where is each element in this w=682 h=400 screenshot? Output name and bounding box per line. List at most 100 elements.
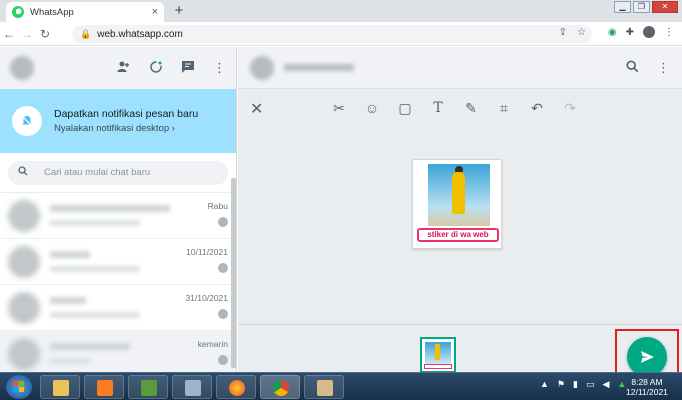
- taskbar-firefox[interactable]: [216, 375, 256, 399]
- profile-avatar[interactable]: [643, 26, 655, 38]
- media-thumbnail[interactable]: [420, 337, 456, 373]
- sidebar-menu-icon[interactable]: ⋮: [213, 60, 226, 77]
- taskbar-explorer[interactable]: [40, 375, 80, 399]
- text-icon[interactable]: T: [429, 100, 447, 117]
- sidebar-header: ⋮: [0, 47, 236, 89]
- pen-icon[interactable]: ✎: [462, 100, 480, 117]
- list-item[interactable]: 10/11/2021: [0, 239, 236, 285]
- list-item[interactable]: 31/10/2021: [0, 285, 236, 331]
- thumb-figure: [435, 344, 440, 360]
- reload-icon[interactable]: ↻: [36, 27, 54, 41]
- firefox-icon: [229, 380, 245, 396]
- conversation-menu-icon[interactable]: ⋮: [657, 60, 670, 76]
- system-tray: ▲ ⚑ ▮ ▭ ◀ ▲: [540, 379, 626, 390]
- taskbar-app3[interactable]: [128, 375, 168, 399]
- contact-name-blurred: [50, 343, 130, 350]
- whatsapp-logo-icon: [12, 6, 24, 18]
- pin-icon: [218, 309, 228, 319]
- send-icon: [641, 351, 654, 363]
- bookmark-star-icon[interactable]: ☆: [577, 27, 586, 38]
- chat-date: 10/11/2021: [186, 247, 228, 257]
- contact-avatar: [8, 337, 40, 370]
- url-field[interactable]: 🔒 web.whatsapp.com ⇪ ☆: [72, 25, 592, 43]
- minimize-button[interactable]: ▁: [614, 1, 631, 13]
- network-signal-icon[interactable]: ▮: [573, 379, 578, 390]
- calculator-icon: [185, 380, 201, 396]
- search-bar: Cari atau mulai chat baru: [0, 153, 236, 193]
- list-item[interactable]: Rabu: [0, 193, 236, 239]
- chat-date: 31/10/2021: [185, 293, 228, 303]
- enable-notification-link[interactable]: Nyalakan notifikasi desktop ›: [54, 123, 198, 134]
- close-icon[interactable]: ✕: [250, 99, 263, 119]
- pin-icon: [218, 217, 228, 227]
- send-button[interactable]: [627, 337, 667, 377]
- community-icon[interactable]: [117, 60, 131, 77]
- extensions-puzzle-icon[interactable]: ✚: [626, 27, 634, 38]
- sticker-caption: stiker di wa web: [417, 228, 499, 242]
- forward-icon[interactable]: →: [18, 27, 36, 41]
- notification-title: Dapatkan notifikasi pesan baru: [54, 108, 199, 120]
- contact-avatar: [8, 245, 40, 278]
- thumb-caption: [424, 364, 452, 369]
- notification-banner[interactable]: Dapatkan notifikasi pesan baru Nyalakan …: [0, 89, 236, 153]
- xampp-icon: [97, 380, 113, 396]
- crop-icon[interactable]: ⌗: [495, 100, 513, 117]
- start-button[interactable]: [6, 375, 32, 399]
- search-placeholder: Cari atau mulai chat baru: [44, 167, 151, 178]
- restore-button[interactable]: ❐: [633, 1, 650, 13]
- clock-date: 12/11/2021: [626, 387, 668, 397]
- message-preview-blurred: [50, 312, 140, 318]
- taskbar-xampp[interactable]: [84, 375, 124, 399]
- search-icon[interactable]: [626, 59, 639, 76]
- contact-avatar[interactable]: [250, 55, 274, 80]
- search-input[interactable]: Cari atau mulai chat baru: [8, 160, 228, 185]
- windows-logo-icon: [13, 381, 25, 393]
- conversation-header: ⋮: [238, 47, 682, 89]
- search-icon: [18, 166, 28, 179]
- paint-icon: [317, 380, 333, 396]
- taskbar-clock[interactable]: 8:28 AM 12/11/2021: [626, 377, 668, 397]
- battery-icon[interactable]: ▭: [586, 379, 595, 390]
- scissors-icon[interactable]: ✂: [330, 100, 348, 117]
- clock-time: 8:28 AM: [631, 377, 663, 387]
- flag-icon[interactable]: ⚑: [557, 379, 565, 390]
- back-icon[interactable]: ←: [0, 27, 18, 41]
- browser-menu-icon[interactable]: ⋮: [664, 27, 674, 38]
- sticker-preview[interactable]: stiker di wa web: [412, 159, 502, 249]
- windows-taskbar: ▲ ⚑ ▮ ▭ ◀ ▲ 8:28 AM 12/11/2021: [0, 372, 682, 400]
- redo-icon: ↷: [564, 100, 576, 116]
- taskbar-calculator[interactable]: [172, 375, 212, 399]
- chat-date: Rabu: [207, 201, 228, 211]
- address-bar: ← → ↻ 🔒 web.whatsapp.com ⇪ ☆ ◉ ✚ ⋮: [0, 22, 682, 46]
- sidebar-scrollbar[interactable]: [231, 178, 236, 368]
- window-close-button[interactable]: ✕: [652, 1, 678, 13]
- taskbar-chrome[interactable]: [260, 375, 300, 399]
- media-editor-pane: ⋮ ✕ ✂ ☺ ▢ T ✎ ⌗ ↶ ↷ stiker di wa web: [238, 47, 682, 373]
- my-avatar[interactable]: [10, 56, 34, 80]
- app-tray-icon[interactable]: ▲: [617, 379, 626, 390]
- muted-bell-icon: [12, 106, 42, 136]
- browser-tabbar: WhatsApp × + ▁ ❐ ✕: [0, 0, 682, 22]
- show-hidden-icon[interactable]: ▲: [540, 379, 549, 390]
- tab-whatsapp[interactable]: WhatsApp ×: [6, 2, 164, 22]
- contact-name-blurred: [50, 205, 170, 212]
- emoji-icon[interactable]: ☺: [363, 100, 381, 117]
- new-tab-button[interactable]: +: [170, 3, 188, 19]
- pin-icon: [218, 355, 228, 365]
- person-figure: [452, 172, 465, 214]
- sticker-photo: [428, 164, 490, 226]
- undo-icon[interactable]: ↶: [528, 100, 546, 117]
- taskbar-paint[interactable]: [304, 375, 344, 399]
- window-controls: ▁ ❐ ✕: [614, 1, 678, 13]
- chat-sidebar: ⋮ Dapatkan notifikasi pesan baru Nyalaka…: [0, 47, 237, 372]
- contact-avatar: [8, 199, 40, 232]
- status-icon[interactable]: [149, 60, 163, 77]
- new-chat-icon[interactable]: [181, 60, 195, 77]
- tab-close-icon[interactable]: ×: [152, 6, 158, 18]
- volume-icon[interactable]: ◀: [602, 379, 609, 390]
- extension-eye-icon[interactable]: ◉: [608, 27, 617, 38]
- list-item[interactable]: kemarin: [0, 331, 236, 372]
- pin-icon: [218, 263, 228, 273]
- share-icon[interactable]: ⇪: [559, 27, 567, 38]
- sticker-icon[interactable]: ▢: [396, 100, 414, 117]
